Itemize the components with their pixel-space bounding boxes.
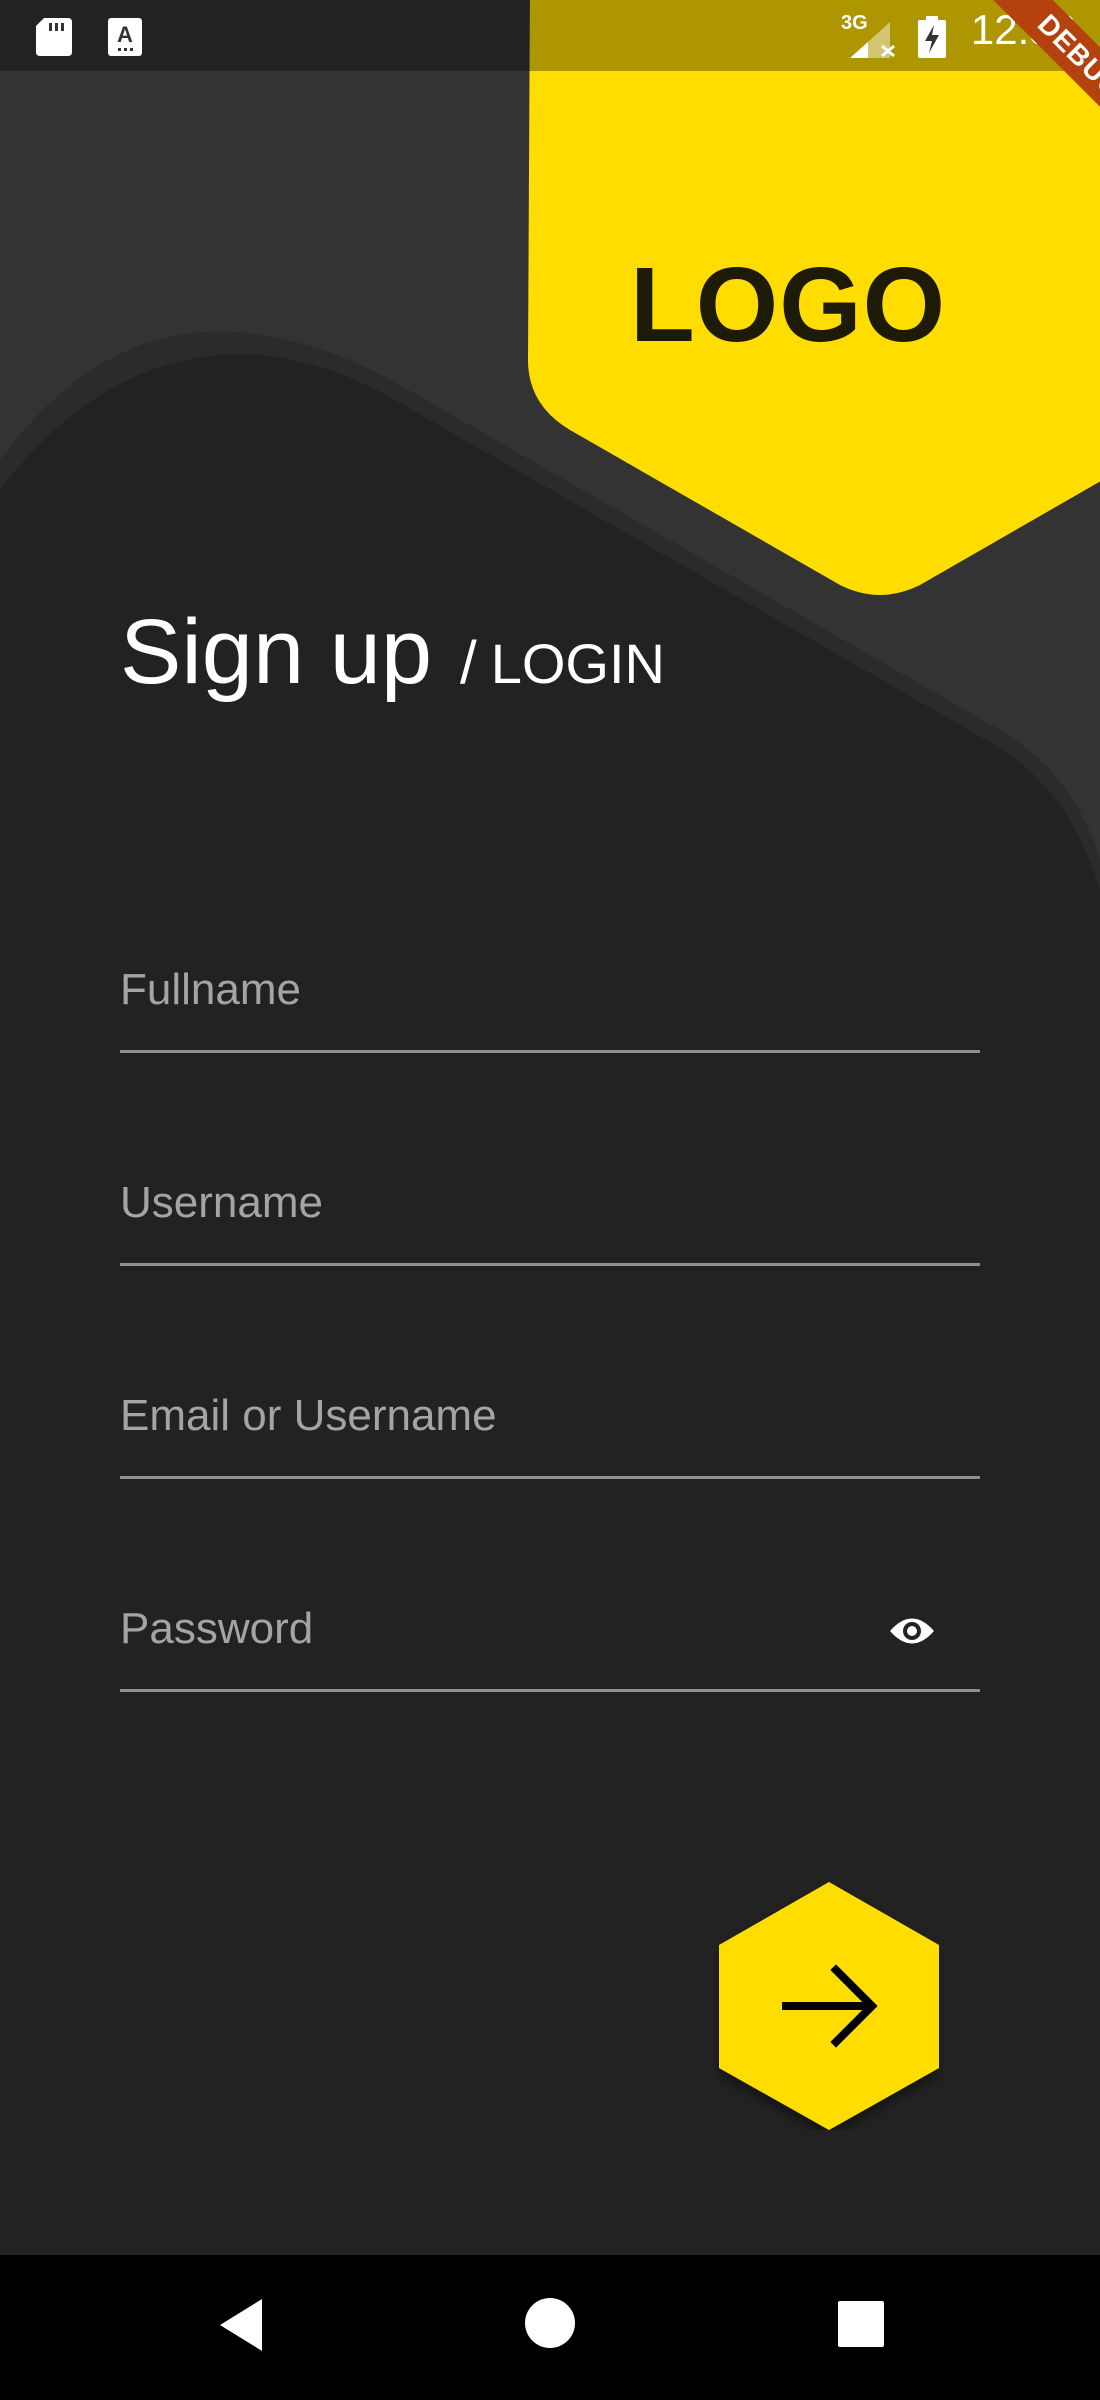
navigation-bar bbox=[0, 2255, 1100, 2400]
password-field[interactable]: Password bbox=[120, 1574, 980, 1692]
email-input[interactable] bbox=[120, 1361, 980, 1476]
fullname-input[interactable] bbox=[120, 935, 980, 1050]
battery-charging-icon bbox=[918, 16, 946, 58]
logo-text: LOGO bbox=[630, 246, 947, 364]
username-input[interactable] bbox=[120, 1148, 980, 1263]
submit-button[interactable] bbox=[714, 1880, 944, 2130]
signal-icon bbox=[850, 22, 895, 58]
signup-title: Sign up bbox=[120, 601, 433, 703]
signup-screen: LOGO A 3G 12:52 DEBUG Si bbox=[0, 0, 1100, 2400]
status-bar: A 3G 12:52 bbox=[0, 0, 1100, 71]
username-field[interactable]: Username bbox=[120, 1148, 980, 1266]
back-icon[interactable] bbox=[216, 2297, 266, 2353]
eye-icon[interactable] bbox=[888, 1614, 936, 1648]
page-title: Sign up / LOGIN bbox=[120, 600, 665, 705]
home-icon[interactable] bbox=[524, 2297, 576, 2349]
title-separator: / bbox=[460, 629, 477, 696]
fullname-field[interactable]: Fullname bbox=[120, 935, 980, 1053]
recents-icon[interactable] bbox=[838, 2301, 884, 2347]
login-link[interactable]: LOGIN bbox=[491, 631, 665, 696]
sd-card-icon bbox=[36, 18, 72, 56]
svg-text:A: A bbox=[117, 22, 133, 47]
password-input[interactable] bbox=[120, 1574, 980, 1689]
keyboard-a-icon: A bbox=[108, 18, 142, 56]
email-field[interactable]: Email or Username bbox=[120, 1361, 980, 1479]
